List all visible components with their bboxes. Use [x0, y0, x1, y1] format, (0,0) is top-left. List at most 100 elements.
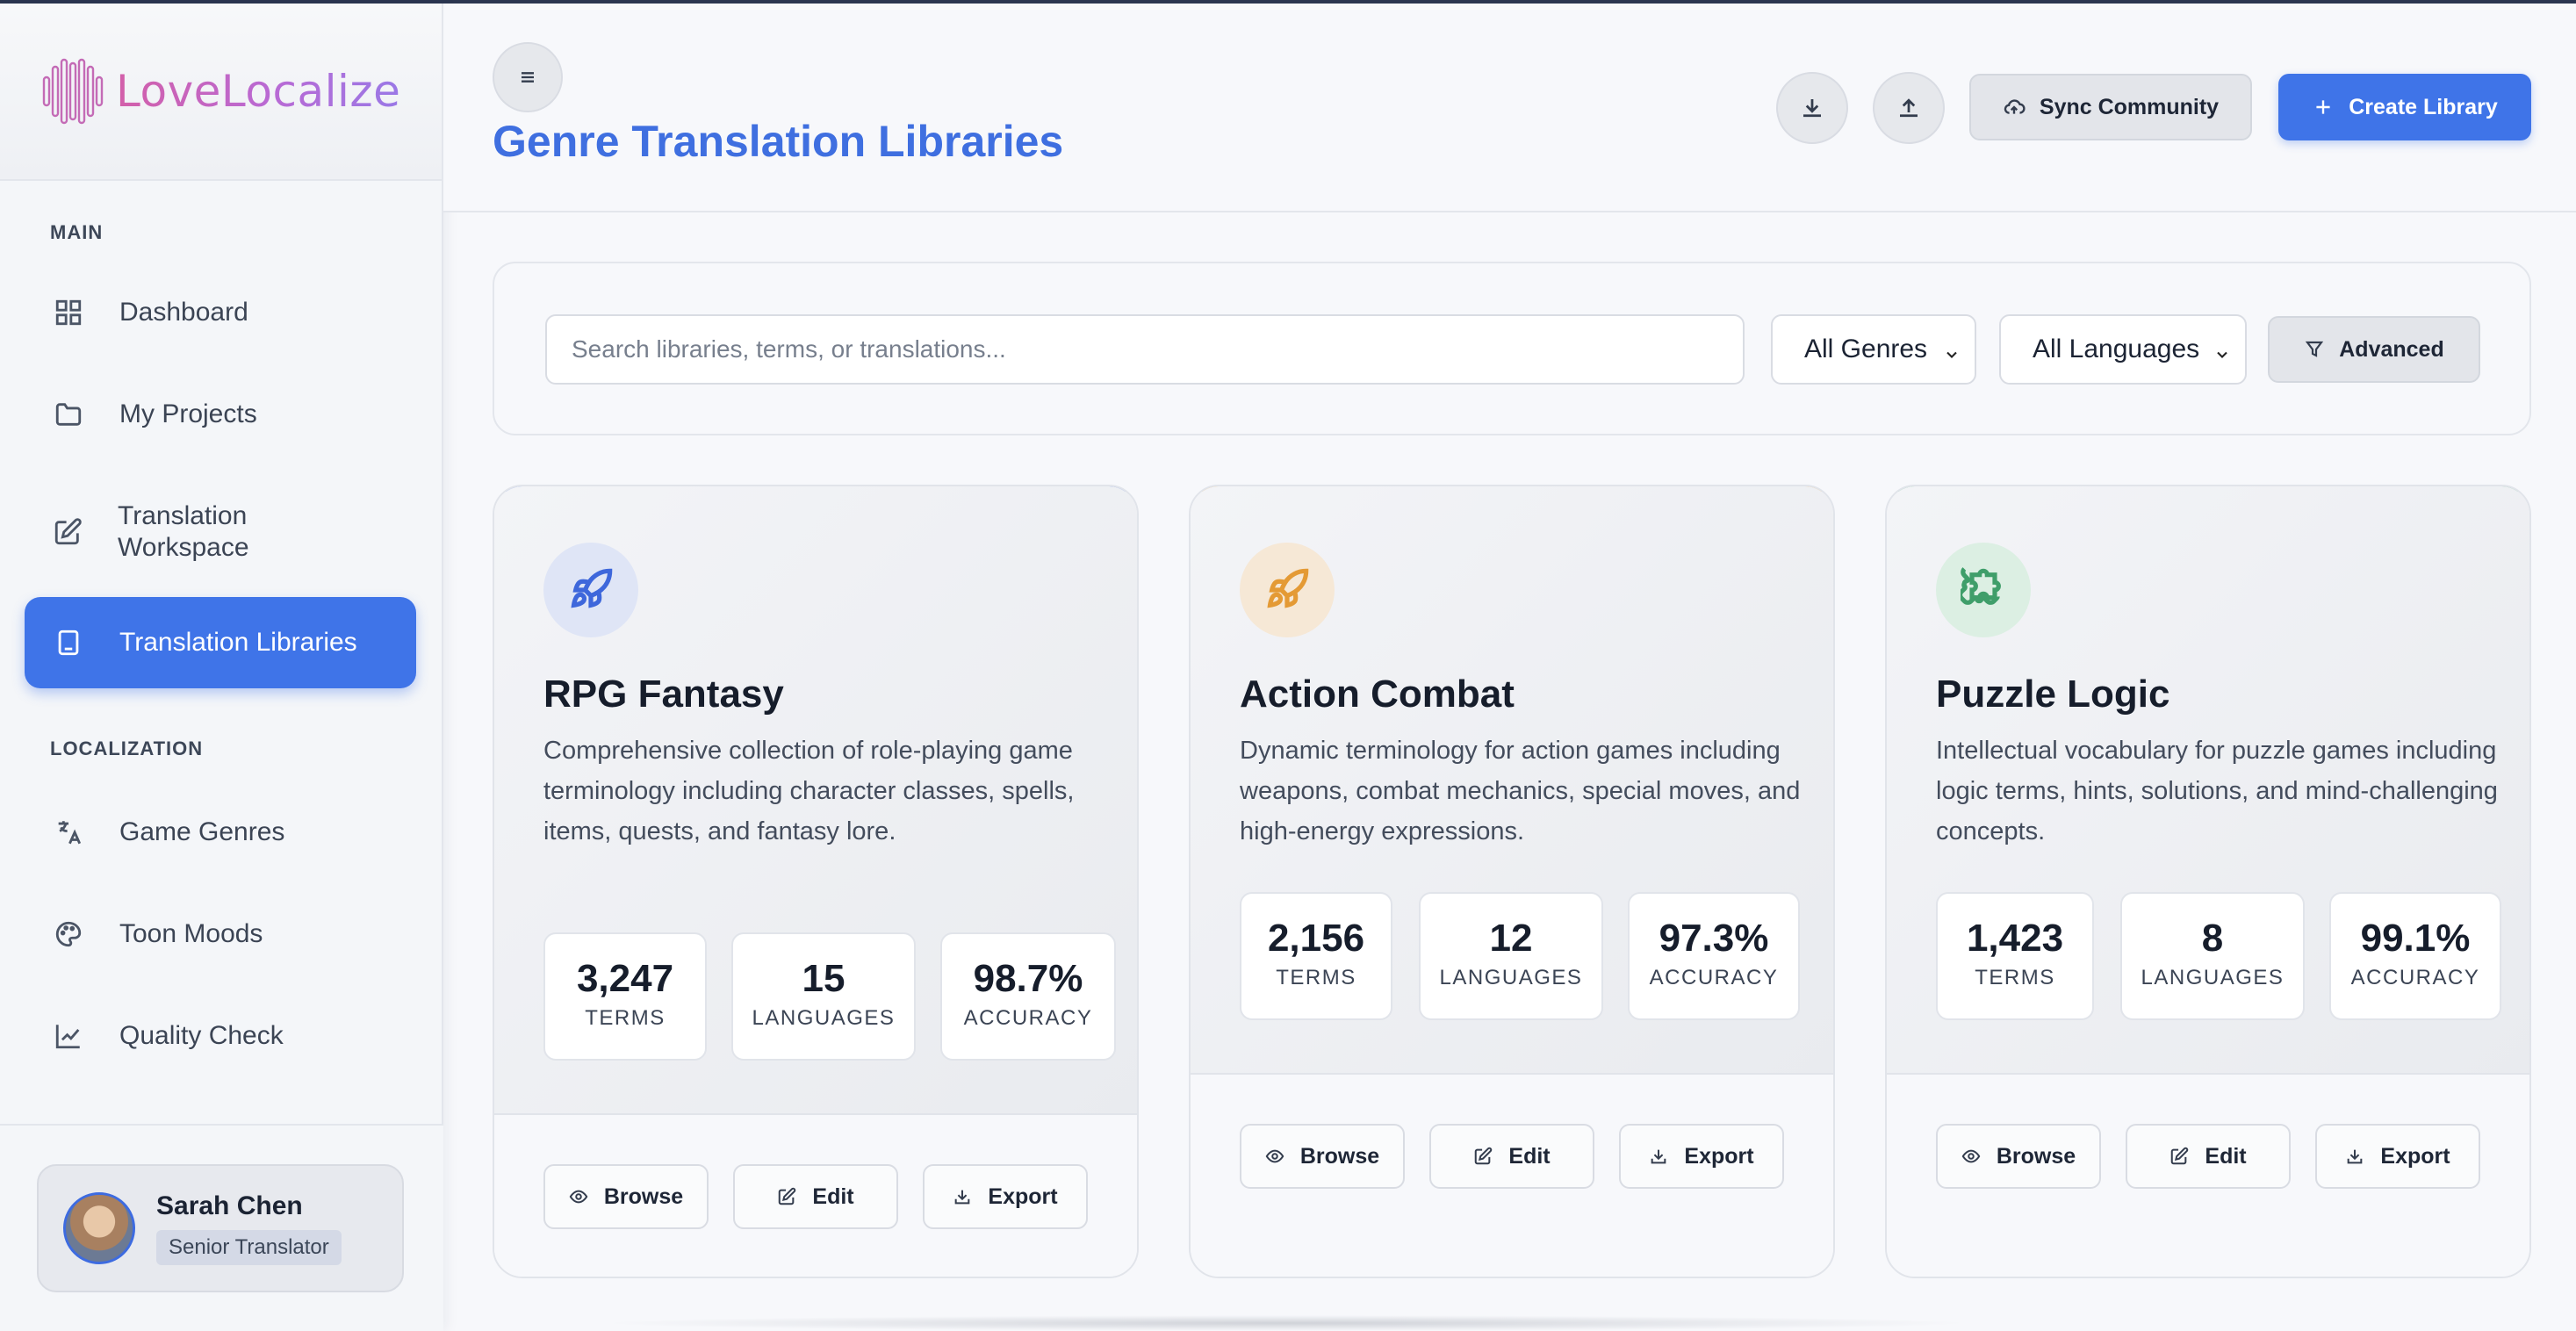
export-button[interactable]: Export: [923, 1164, 1088, 1229]
sidebar-item-game-genres[interactable]: Game Genres: [25, 787, 416, 878]
create-library-button[interactable]: Create Library: [2278, 74, 2531, 140]
rocket-icon: [1240, 543, 1335, 637]
language-icon: [53, 817, 84, 848]
library-card-action-combat[interactable]: Action Combat Dynamic terminology for ac…: [1189, 485, 1835, 1278]
sidebar-item-quality-check[interactable]: Quality Check: [25, 990, 416, 1082]
export-label: Export: [988, 1184, 1058, 1209]
rocket-icon: [543, 543, 638, 637]
export-button[interactable]: Export: [2315, 1124, 2480, 1189]
user-card[interactable]: Sarah Chen Senior Translator: [37, 1164, 404, 1292]
header: Genre Translation Libraries Sync Communi…: [443, 4, 2576, 212]
sidebar-item-label: Translation Libraries: [119, 628, 357, 657]
user-panel: Sarah Chen Senior Translator: [0, 1124, 443, 1331]
stat-label: ACCURACY: [1649, 966, 1779, 989]
sidebar-item-label: Dashboard: [119, 298, 248, 327]
chevron-down-icon: [2213, 341, 2231, 358]
browse-label: Browse: [603, 1184, 684, 1209]
card-description: Dynamic terminology for action games inc…: [1240, 737, 1801, 845]
edit-button[interactable]: Edit: [733, 1164, 898, 1229]
stat-languages: 12 LANGUAGES: [1419, 892, 1603, 1020]
browse-button[interactable]: Browse: [1240, 1124, 1405, 1189]
stat-value: 8: [2201, 917, 2224, 960]
download-icon: [1803, 99, 1821, 118]
stat-value: 12: [1489, 917, 1533, 960]
search-input[interactable]: [545, 314, 1745, 385]
stat-accuracy: 99.1% ACCURACY: [2329, 892, 2501, 1020]
upload-icon: [1900, 98, 1918, 118]
scroll-shadow: [597, 1315, 1975, 1331]
stat-label: TERMS: [1975, 966, 2055, 989]
filter-icon: [2306, 341, 2324, 357]
stat-label: TERMS: [585, 1006, 666, 1030]
export-icon: [2348, 1149, 2363, 1164]
edit-label: Edit: [812, 1184, 854, 1209]
avatar: [63, 1192, 135, 1264]
browse-label: Browse: [1299, 1143, 1380, 1169]
sidebar-item-label: Game Genres: [119, 817, 285, 846]
edit-label: Edit: [2205, 1143, 2247, 1169]
stat-value: 15: [802, 957, 845, 1000]
stat-accuracy: 98.7% ACCURACY: [940, 932, 1116, 1061]
browse-button[interactable]: Browse: [543, 1164, 709, 1229]
card-title: Puzzle Logic: [1936, 673, 2170, 716]
eye-icon: [569, 1190, 588, 1204]
stat-languages: 8 LANGUAGES: [2120, 892, 2305, 1020]
logo[interactable]: LoveLocalize: [0, 4, 442, 181]
stat-value: 1,423: [1966, 917, 2064, 960]
export-label: Export: [1684, 1143, 1754, 1169]
sidebar: LoveLocalize MAIN Dashboard My Projects …: [0, 4, 443, 1331]
eye-icon: [1265, 1149, 1284, 1163]
advanced-label: Advanced: [2339, 336, 2444, 362]
edit-icon: [53, 516, 83, 548]
eye-icon: [1961, 1149, 1981, 1163]
nav-section-main: MAIN: [50, 221, 104, 243]
stat-accuracy: 97.3% ACCURACY: [1628, 892, 1800, 1020]
folder-icon: [53, 399, 84, 430]
sidebar-item-translation-workspace[interactable]: Translation Workspace: [25, 486, 323, 578]
library-card-puzzle-logic[interactable]: Puzzle Logic Intellectual vocabulary for…: [1885, 485, 2531, 1278]
browse-button[interactable]: Browse: [1936, 1124, 2101, 1189]
stat-value: 97.3%: [1659, 917, 1769, 960]
sidebar-item-label: Translation Workspace: [118, 501, 249, 562]
stat-value: 99.1%: [2360, 917, 2471, 960]
upload-button[interactable]: [1873, 72, 1945, 144]
language-select[interactable]: All Languages: [1999, 314, 2247, 385]
sidebar-item-label: Quality Check: [119, 1021, 284, 1050]
edit-button[interactable]: Edit: [1429, 1124, 1594, 1189]
sidebar-item-translation-libraries[interactable]: Translation Libraries: [25, 597, 416, 688]
stat-value: 98.7%: [973, 957, 1083, 1000]
sync-community-button[interactable]: Sync Community: [1969, 74, 2252, 140]
genre-select-value: All Genres: [1804, 335, 1928, 363]
export-label: Export: [2380, 1143, 2450, 1169]
sidebar-item-dashboard[interactable]: Dashboard: [25, 267, 416, 358]
stat-label: TERMS: [1276, 966, 1356, 989]
language-select-value: All Languages: [2033, 335, 2200, 363]
export-button[interactable]: Export: [1619, 1124, 1784, 1189]
stat-label: LANGUAGES: [1439, 966, 1583, 989]
edit-icon: [779, 1187, 796, 1205]
menu-toggle-button[interactable]: [493, 42, 563, 112]
advanced-filter-button[interactable]: Advanced: [2268, 316, 2480, 383]
puzzle-icon: [1936, 543, 2031, 637]
logo-waveform-icon: [42, 58, 104, 125]
edit-label: Edit: [1508, 1143, 1551, 1169]
sidebar-item-my-projects[interactable]: My Projects: [25, 369, 416, 460]
browse-label: Browse: [1996, 1143, 2076, 1169]
stat-languages: 15 LANGUAGES: [731, 932, 916, 1061]
stat-label: LANGUAGES: [2141, 966, 2285, 989]
cloud-upload-icon: [2004, 99, 2026, 114]
palette-icon: [53, 918, 84, 950]
stat-label: LANGUAGES: [752, 1006, 896, 1030]
sidebar-item-toon-moods[interactable]: Toon Moods: [25, 889, 416, 980]
grid-icon: [53, 297, 84, 328]
genre-select[interactable]: All Genres: [1771, 314, 1976, 385]
app-name: LoveLocalize: [116, 66, 401, 117]
download-button[interactable]: [1776, 72, 1848, 144]
sync-community-label: Sync Community: [2039, 94, 2220, 119]
card-title: RPG Fantasy: [543, 673, 784, 716]
export-icon: [955, 1190, 970, 1205]
edit-button[interactable]: Edit: [2126, 1124, 2291, 1189]
card-title: Action Combat: [1240, 673, 1515, 716]
library-card-rpg-fantasy[interactable]: RPG Fantasy Comprehensive collection of …: [493, 485, 1139, 1278]
hamburger-icon: [522, 72, 534, 83]
